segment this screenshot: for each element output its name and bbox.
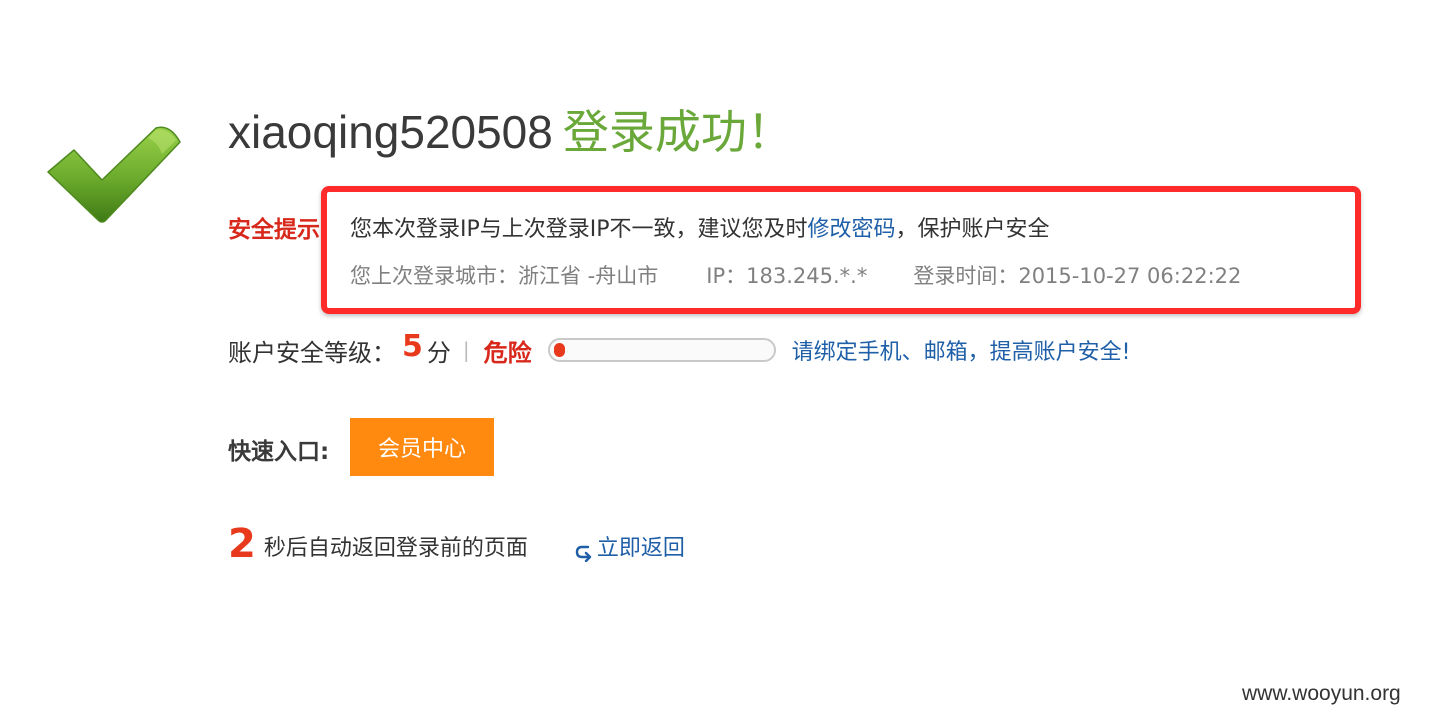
security-level-label: 账户安全等级：: [228, 338, 396, 367]
countdown-seconds: 2: [228, 521, 256, 567]
username: xiaoqing520508: [228, 106, 553, 158]
last-login-city: 您上次登录城市：浙江省 -舟山市: [350, 264, 659, 288]
page-title: xiaoqing520508 登录成功！: [228, 102, 793, 162]
checkmark-icon: [44, 120, 186, 230]
last-login-info: 您上次登录城市：浙江省 -舟山市 IP：183.245.*.* 登录时间：2015-…: [350, 260, 1241, 290]
security-progress-bar: [547, 338, 776, 362]
bind-phone-email-link[interactable]: 请绑定手机、邮箱，提高账户安全!: [792, 334, 1131, 366]
notice-text-prefix: 您本次登录IP与上次登录IP不一致，建议您及时: [350, 217, 808, 242]
security-score: 5: [402, 328, 423, 364]
quick-entry-label: 快速入口:: [228, 439, 330, 465]
last-login-time: 登录时间：2015-10-27 06:22:22: [913, 264, 1242, 288]
security-notice-label: 安全提示:: [228, 217, 330, 243]
security-score-unit: 分: [426, 338, 451, 367]
notice-text-suffix: ，保护账户安全: [895, 217, 1050, 242]
return-now-link[interactable]: 立即返回: [574, 532, 685, 566]
security-progress-fill: [553, 343, 565, 357]
countdown-text: 秒后自动返回登录前的页面: [263, 536, 528, 561]
return-now-label: 立即返回: [596, 536, 685, 561]
redirect-countdown: 2 秒后自动返回登录前的页面 立即返回: [228, 522, 685, 566]
security-status-badge: 危险: [483, 338, 532, 367]
last-login-ip: IP：183.245.*.*: [706, 264, 868, 288]
separator: |: [462, 338, 470, 362]
security-level-row: 账户安全等级： 5 分 | 危险 请绑定手机、邮箱，提高账户安全!: [228, 328, 1131, 370]
return-arrow-icon: [574, 539, 594, 563]
login-success-text: 登录成功！: [562, 105, 793, 159]
change-password-link[interactable]: 修改密码: [808, 217, 896, 242]
watermark: www.wooyun.org: [1242, 682, 1401, 705]
security-notice-message: 您本次登录IP与上次登录IP不一致，建议您及时修改密码，保护账户安全: [350, 211, 1050, 243]
highlight-annotation-box: [321, 186, 1361, 314]
member-center-button[interactable]: 会员中心: [350, 418, 494, 476]
